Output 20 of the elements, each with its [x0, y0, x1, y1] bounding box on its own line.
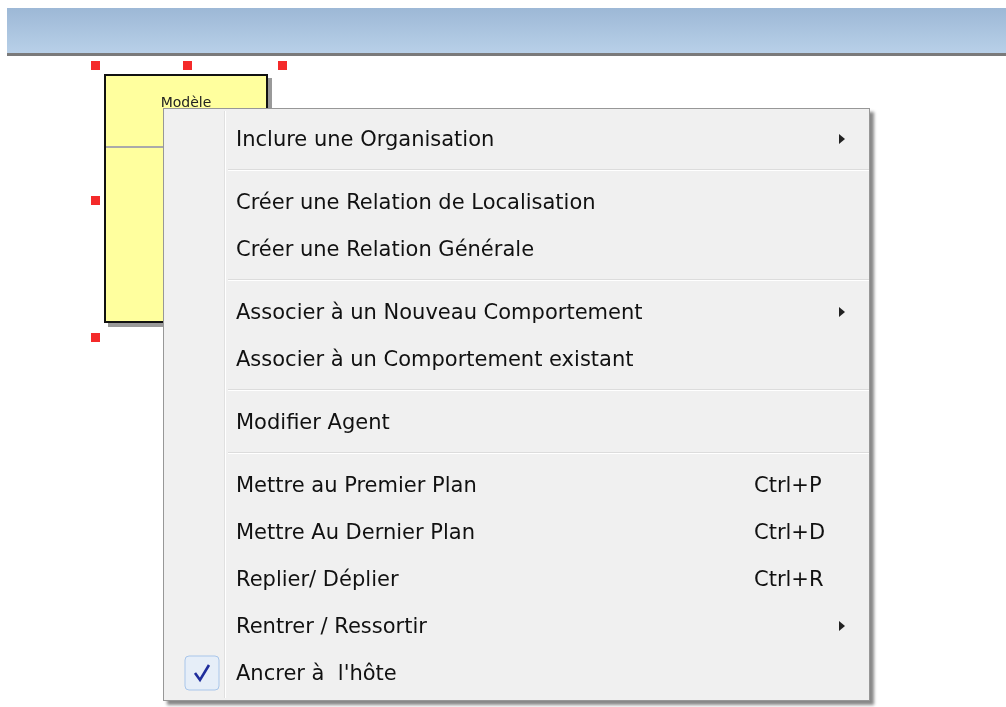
menu-item[interactable]: Associer à un Nouveau Comportement [164, 288, 869, 335]
menu-item[interactable]: Mettre Au Dernier Plan Ctrl+D [164, 508, 869, 555]
selection-handle[interactable] [91, 333, 100, 342]
menu-item[interactable]: Rentrer / Ressortir [164, 602, 869, 649]
selection-handle[interactable] [278, 61, 287, 70]
menu-item[interactable]: Mettre au Premier Plan Ctrl+P [164, 461, 869, 508]
submenu-arrow-icon [838, 619, 846, 632]
menu-item[interactable]: Créer une Relation Générale [164, 225, 869, 272]
node-title: Modèle [160, 94, 212, 110]
menu-item[interactable]: Associer à un Comportement existant [164, 335, 869, 382]
selection-handle[interactable] [183, 61, 192, 70]
menu-item[interactable]: Créer une Relation de Localisation [164, 178, 869, 225]
menu-item[interactable]: Ancrer à l'hôte [164, 649, 869, 696]
selection-handle[interactable] [91, 196, 100, 205]
menu-item[interactable]: Modifier Agent [164, 398, 869, 445]
menu-item[interactable]: Inclure une Organisation [164, 115, 869, 162]
submenu-arrow-icon [838, 305, 846, 318]
submenu-arrow-icon [838, 132, 846, 145]
menu-item[interactable]: Replier/ Déplier Ctrl+R [164, 555, 869, 602]
selection-handle[interactable] [91, 61, 100, 70]
